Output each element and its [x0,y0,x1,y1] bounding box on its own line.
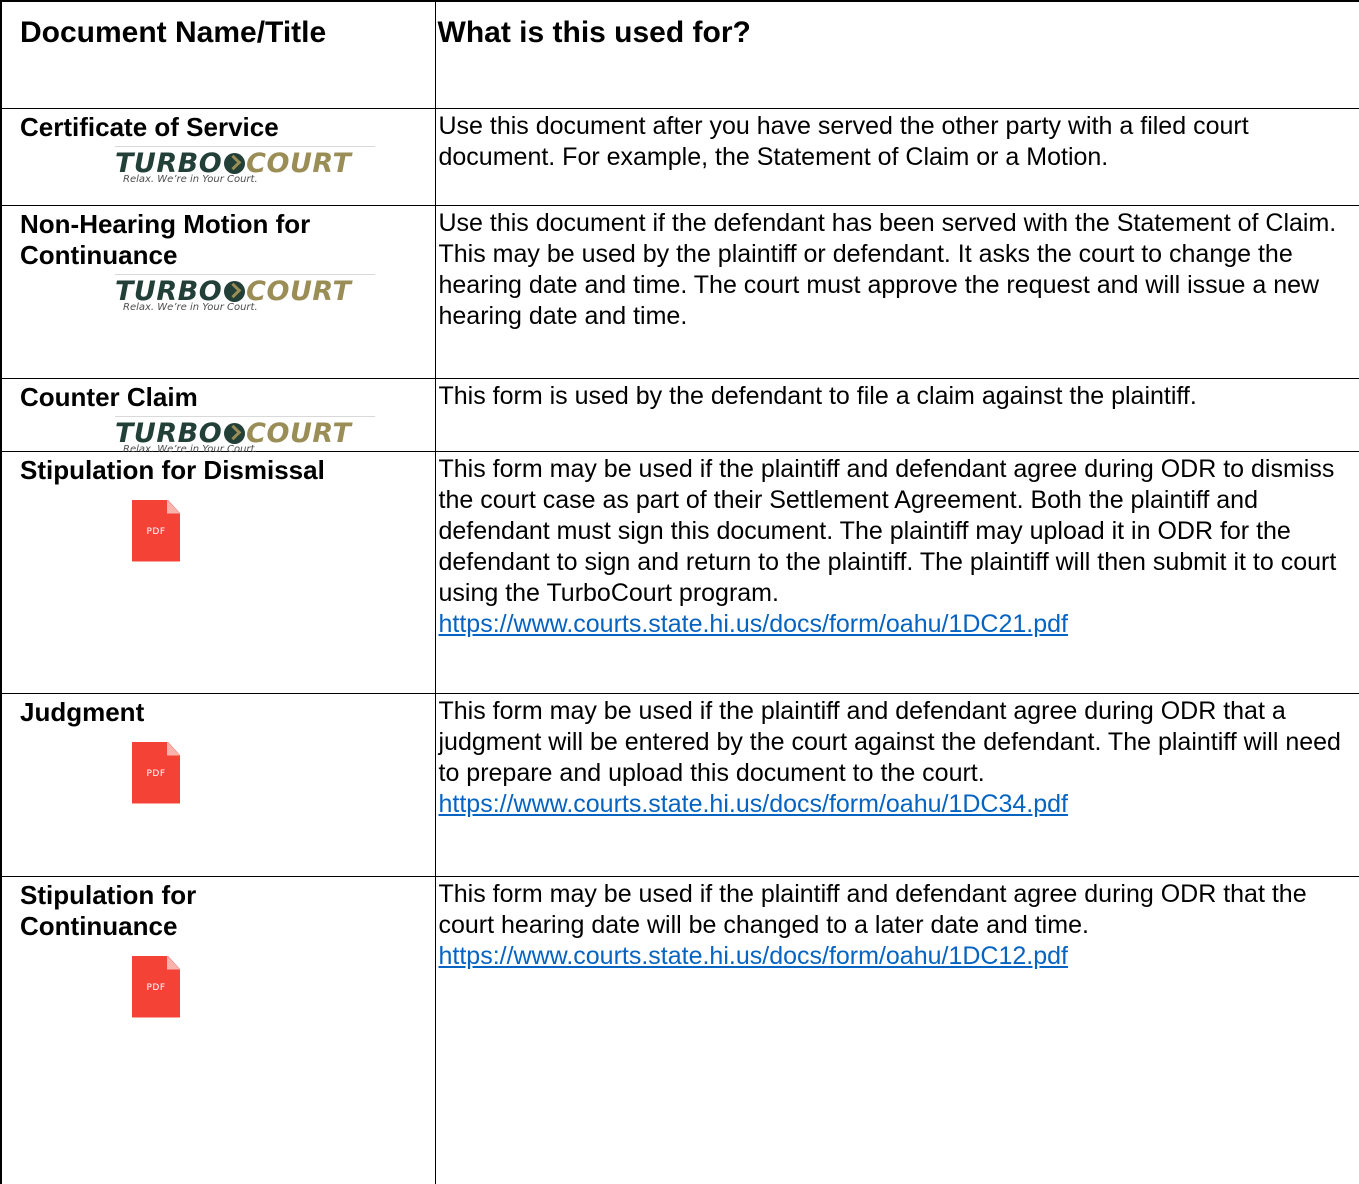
turbocourt-logo[interactable]: TURBOCOURT Relax. We’re in Your Court. [115,416,375,451]
document-name-cell: Certificate of Service TURBOCOURT Relax.… [1,108,435,205]
form-link[interactable]: https://www.courts.state.hi.us/docs/form… [439,790,1068,818]
document-title: Certificate of Service [2,109,435,143]
document-description-cell: Use this document if the defendant has b… [435,205,1359,378]
header-row: Document Name/Title What is this used fo… [1,1,1359,108]
document-description-cell: This form may be used if the plaintiff a… [435,693,1359,876]
table-row: Stipulation for Dismissal PDF This form … [1,451,1359,693]
document-name-cell: Counter Claim TURBOCOURT Relax. We’re in… [1,378,435,451]
pdf-icon[interactable]: PDF [132,742,180,804]
document-name-cell: Non-Hearing Motion for Continuance TURBO… [1,205,435,378]
pdf-icon[interactable]: PDF [132,956,180,1018]
table-row: Stipulation for Continuance PDF This for… [1,876,1359,1184]
document-title: Non-Hearing Motion for Continuance [2,206,435,271]
document-description-cell: This form is used by the defendant to fi… [435,378,1359,451]
document-description: This form is used by the defendant to fi… [436,379,1359,412]
table-row: Counter Claim TURBOCOURT Relax. We’re in… [1,378,1359,451]
form-link[interactable]: https://www.courts.state.hi.us/docs/form… [439,942,1068,970]
header-document-name: Document Name/Title [1,1,435,108]
arrow-icon [224,423,245,444]
document-title: Stipulation for Dismissal [2,452,435,486]
document-description-cell: This form may be used if the plaintiff a… [435,876,1359,1184]
document-name-cell: Stipulation for Dismissal PDF [1,451,435,693]
pdf-icon[interactable]: PDF [132,500,180,562]
arrow-icon [224,281,245,302]
document-description: This form may be used if the plaintiff a… [436,877,1359,972]
document-description: Use this document after you have served … [436,109,1359,173]
document-name-cell: Judgment PDF [1,693,435,876]
arrow-icon [224,153,245,174]
document-description: Use this document if the defendant has b… [436,206,1359,332]
header-used-for: What is this used for? [435,1,1359,108]
table-row: Certificate of Service TURBOCOURT Relax.… [1,108,1359,205]
turbocourt-logo[interactable]: TURBOCOURT Relax. We’re in Your Court. [115,146,375,181]
documents-table: Document Name/Title What is this used fo… [0,0,1359,1184]
document-title: Stipulation for Continuance [2,877,280,942]
document-description: This form may be used if the plaintiff a… [436,452,1359,640]
document-description: This form may be used if the plaintiff a… [436,694,1359,820]
table-row: Judgment PDF This form may be used if th… [1,693,1359,876]
document-name-cell: Stipulation for Continuance PDF [1,876,435,1184]
table-row: Non-Hearing Motion for Continuance TURBO… [1,205,1359,378]
form-link[interactable]: https://www.courts.state.hi.us/docs/form… [439,610,1068,638]
document-title: Judgment [2,694,435,728]
turbocourt-logo[interactable]: TURBOCOURT Relax. We’re in Your Court. [115,274,375,309]
document-description-cell: This form may be used if the plaintiff a… [435,451,1359,693]
document-description-cell: Use this document after you have served … [435,108,1359,205]
document-title: Counter Claim [2,379,435,413]
